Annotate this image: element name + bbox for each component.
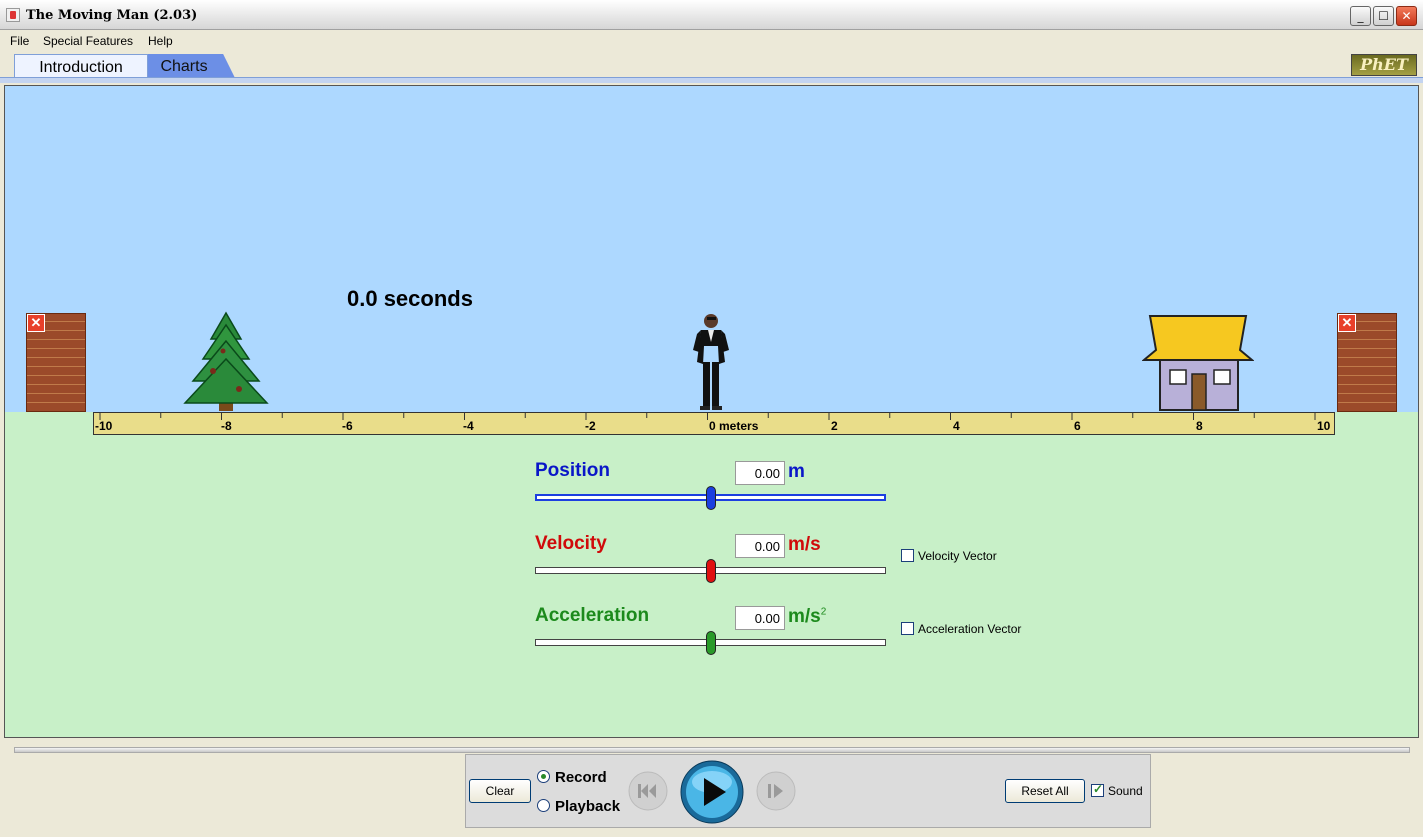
tab-charts-label: Charts — [160, 58, 208, 75]
window-title: The Moving Man (2.03) — [26, 8, 198, 23]
menu-bar: File Special Features Help — [0, 30, 1423, 52]
tree-icon — [183, 311, 269, 411]
position-label: Position — [535, 460, 610, 481]
menu-special-features[interactable]: Special Features — [43, 34, 133, 48]
velocity-vector-checkbox-box[interactable] — [901, 549, 914, 562]
house-icon — [1142, 315, 1254, 411]
minimize-button[interactable]: _ — [1350, 6, 1371, 26]
playback-panel: Clear Record Playback Reset All ✓ Sound — [465, 754, 1151, 828]
ruler-label: -10 — [95, 419, 113, 433]
clear-button[interactable]: Clear — [469, 779, 531, 803]
ruler-label: -6 — [342, 419, 353, 433]
position-value-field[interactable]: 0.00 — [735, 461, 785, 485]
playback-radio-circle[interactable] — [537, 799, 550, 812]
sound-checkbox[interactable]: ✓ Sound — [1091, 782, 1143, 798]
right-wall-close-icon[interactable]: ✕ — [1338, 314, 1356, 332]
tab-introduction-label: Introduction — [39, 59, 123, 76]
ruler-label: 2 — [831, 419, 838, 433]
acceleration-unit-base: m/s — [788, 606, 821, 627]
velocity-control: Velocity 0.00 m/s — [535, 533, 895, 593]
ruler-label: -4 — [463, 419, 474, 433]
step-forward-icon[interactable] — [756, 771, 796, 811]
maximize-button[interactable]: ☐ — [1373, 6, 1394, 26]
record-radio[interactable]: Record — [537, 769, 607, 786]
ruler-label: 6 — [1074, 419, 1081, 433]
acceleration-unit-exponent: 2 — [820, 606, 827, 618]
menu-file[interactable]: File — [10, 34, 29, 48]
velocity-unit: m/s — [788, 534, 821, 555]
acceleration-unit: m/s2 — [788, 606, 826, 628]
record-label: Record — [555, 769, 607, 786]
play-area: 0.0 seconds ✕ ✕ -10 -8 -6 -4 -2 0 meters… — [4, 85, 1419, 738]
phet-logo[interactable]: PhET — [1351, 54, 1417, 76]
acceleration-label: Acceleration — [535, 605, 650, 626]
position-control: Position 0.00 m — [535, 460, 895, 520]
acceleration-control: Acceleration 0.00 m/s2 — [535, 605, 895, 665]
ruler-label: -2 — [585, 419, 596, 433]
velocity-value-field[interactable]: 0.00 — [735, 534, 785, 558]
sound-label: Sound — [1108, 784, 1143, 798]
time-readout: 0.0 seconds — [347, 286, 473, 311]
menu-help[interactable]: Help — [148, 34, 173, 48]
acceleration-vector-checkbox[interactable]: Acceleration Vector — [901, 622, 1021, 636]
position-ruler: -10 -8 -6 -4 -2 0 meters 2 4 6 8 10 — [93, 412, 1335, 435]
playback-radio[interactable]: Playback — [537, 798, 620, 815]
acceleration-slider-thumb[interactable] — [706, 631, 716, 655]
reset-all-button[interactable]: Reset All — [1005, 779, 1085, 803]
ruler-label: 8 — [1196, 419, 1203, 433]
java-app-icon — [6, 8, 20, 22]
ruler-label: 10 — [1317, 419, 1331, 433]
close-button[interactable]: ✕ — [1396, 6, 1417, 26]
progress-separator — [14, 747, 1410, 753]
velocity-vector-label: Velocity Vector — [918, 549, 997, 563]
position-slider-thumb[interactable] — [706, 486, 716, 510]
title-bar: The Moving Man (2.03) _ ☐ ✕ — [0, 0, 1423, 30]
acceleration-vector-label: Acceleration Vector — [918, 622, 1022, 636]
tab-bar: Charts Introduction — [0, 52, 1423, 80]
playback-label: Playback — [555, 798, 621, 815]
record-radio-circle[interactable] — [537, 770, 550, 783]
velocity-slider-thumb[interactable] — [706, 559, 716, 583]
ruler-label: 4 — [953, 419, 960, 433]
sound-checkbox-box[interactable]: ✓ — [1091, 782, 1104, 797]
checkmark-icon: ✓ — [1093, 782, 1104, 796]
play-icon[interactable] — [680, 760, 744, 824]
tab-underline — [0, 77, 1423, 83]
position-unit: m — [788, 461, 805, 482]
ruler-label: -8 — [221, 419, 232, 433]
ruler-label: 0 meters — [709, 419, 759, 433]
moving-man-figure[interactable] — [689, 312, 733, 412]
left-wall-close-icon[interactable]: ✕ — [27, 314, 45, 332]
velocity-vector-checkbox[interactable]: Velocity Vector — [901, 549, 997, 563]
rewind-icon[interactable] — [628, 771, 668, 811]
velocity-label: Velocity — [535, 533, 607, 554]
acceleration-value-field[interactable]: 0.00 — [735, 606, 785, 630]
acceleration-vector-checkbox-box[interactable] — [901, 622, 914, 635]
